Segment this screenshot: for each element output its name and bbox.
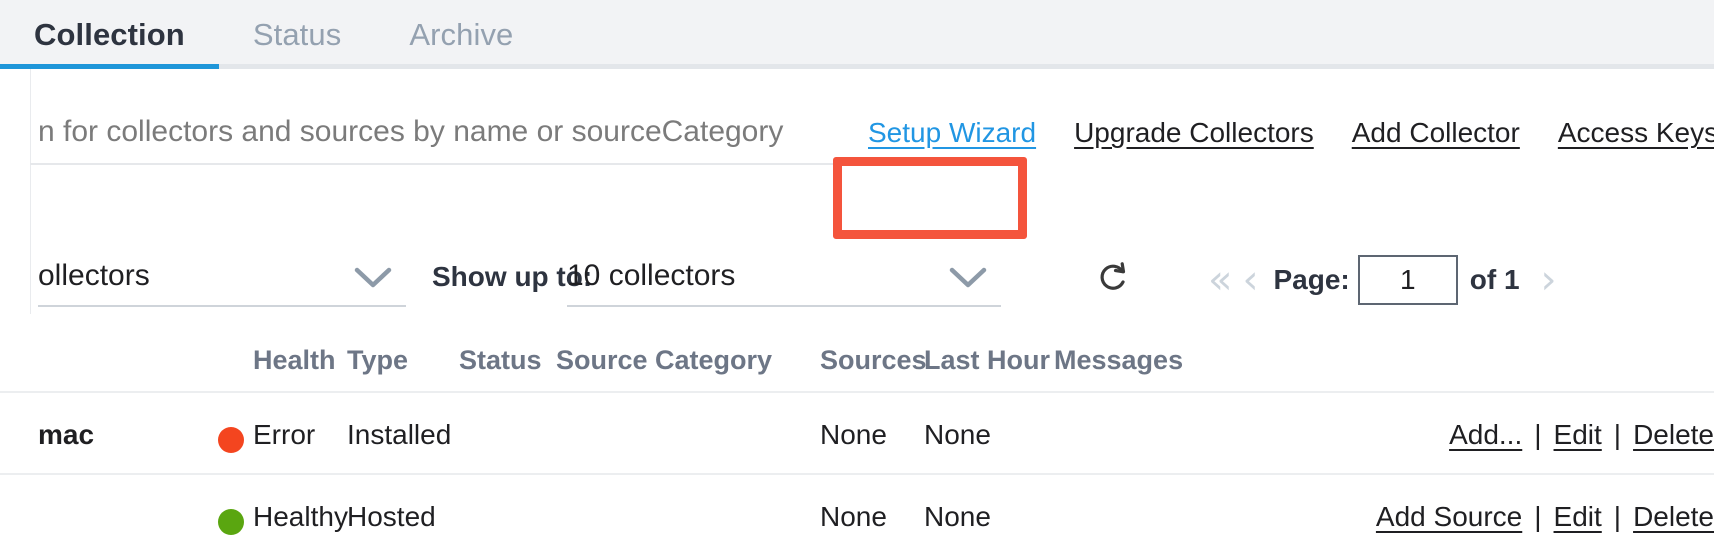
- edit-link[interactable]: Edit: [1554, 501, 1602, 533]
- highlight-annotation-box: [833, 157, 1027, 239]
- prev-page-icon[interactable]: ‹: [1237, 260, 1263, 300]
- edit-link[interactable]: Edit: [1554, 419, 1602, 451]
- table-row[interactable]: mac Error Installed None None Add... | E…: [0, 391, 1714, 473]
- show-up-to-value: 10 collectors: [567, 259, 1001, 293]
- chevron-down-icon: [354, 267, 392, 289]
- action-separator: |: [1534, 419, 1541, 451]
- page-number-input[interactable]: [1358, 255, 1458, 305]
- collector-filter-select[interactable]: ollectors: [38, 259, 406, 293]
- action-separator: |: [1614, 501, 1621, 533]
- health-value: Error: [253, 419, 315, 451]
- status-badge: [218, 509, 244, 535]
- last-hour-value: None: [924, 419, 991, 451]
- column-header-sources[interactable]: Sources: [820, 345, 927, 376]
- toolbar-links: Setup Wizard Upgrade Collectors Add Coll…: [868, 117, 1714, 149]
- page-label: Page:: [1273, 264, 1349, 296]
- delete-link[interactable]: Delete: [1633, 501, 1714, 533]
- column-header-status[interactable]: Status: [459, 345, 542, 376]
- sources-value: None: [820, 501, 887, 533]
- add-collector-link[interactable]: Add Collector: [1352, 117, 1520, 149]
- column-header-source-category[interactable]: Source Category: [556, 345, 772, 376]
- refresh-icon[interactable]: [1096, 261, 1130, 295]
- tab-collection-label: Collection: [34, 17, 185, 53]
- show-up-to-underline: [567, 305, 1001, 307]
- search-input[interactable]: n for collectors and sources by name or …: [38, 115, 783, 149]
- column-header-messages[interactable]: Messages: [1054, 345, 1183, 376]
- search-input-underline: [30, 163, 835, 165]
- chevron-down-icon: [949, 267, 987, 289]
- content-panel: n for collectors and sources by name or …: [0, 69, 1714, 544]
- delete-link[interactable]: Delete: [1633, 419, 1714, 451]
- page-total-label: of 1: [1470, 264, 1520, 296]
- next-page-icon[interactable]: ›: [1536, 260, 1562, 300]
- column-header-health[interactable]: Health: [253, 345, 336, 376]
- column-header-last-hour[interactable]: Last Hour: [924, 345, 1050, 376]
- tab-archive-label: Archive: [409, 17, 513, 53]
- collector-filter-value: ollectors: [38, 259, 406, 293]
- row-actions: Add... | Edit | Delete: [1449, 419, 1714, 451]
- collectors-table: Health Type Status Source Category Sourc…: [0, 319, 1714, 544]
- first-page-icon[interactable]: «: [1203, 260, 1237, 300]
- table-row[interactable]: Healthy Hosted None None Add Source | Ed…: [0, 473, 1714, 544]
- collector-filter-underline: [38, 305, 406, 307]
- add-source-link[interactable]: Add...: [1449, 419, 1522, 451]
- collection-page: Collection Status Archive n for collecto…: [0, 0, 1714, 544]
- last-hour-value: None: [924, 501, 991, 533]
- table-header-row: Health Type Status Source Category Sourc…: [0, 319, 1714, 391]
- health-value: Healthy: [253, 501, 348, 533]
- upgrade-collectors-link[interactable]: Upgrade Collectors: [1074, 117, 1314, 149]
- panel-left-border: [30, 69, 31, 314]
- add-source-link[interactable]: Add Source: [1376, 501, 1522, 533]
- tab-status[interactable]: Status: [219, 0, 375, 69]
- setup-wizard-link[interactable]: Setup Wizard: [868, 117, 1036, 149]
- action-separator: |: [1534, 501, 1541, 533]
- pagination: « ‹ Page: of 1 ›: [1203, 255, 1562, 305]
- action-separator: |: [1614, 419, 1621, 451]
- type-value: Installed: [347, 419, 451, 451]
- access-keys-link[interactable]: Access Keys: [1558, 117, 1714, 149]
- tab-collection[interactable]: Collection: [0, 0, 219, 69]
- status-badge: [218, 427, 244, 453]
- sources-value: None: [820, 419, 887, 451]
- tab-bar: Collection Status Archive: [0, 0, 1714, 69]
- tab-status-label: Status: [253, 17, 341, 53]
- show-up-to-select[interactable]: 10 collectors: [567, 259, 1001, 293]
- row-actions: Add Source | Edit | Delete: [1376, 501, 1714, 533]
- column-header-type[interactable]: Type: [347, 345, 408, 376]
- tab-archive[interactable]: Archive: [375, 0, 547, 69]
- collector-name[interactable]: mac: [38, 419, 94, 451]
- type-value: Hosted: [347, 501, 436, 533]
